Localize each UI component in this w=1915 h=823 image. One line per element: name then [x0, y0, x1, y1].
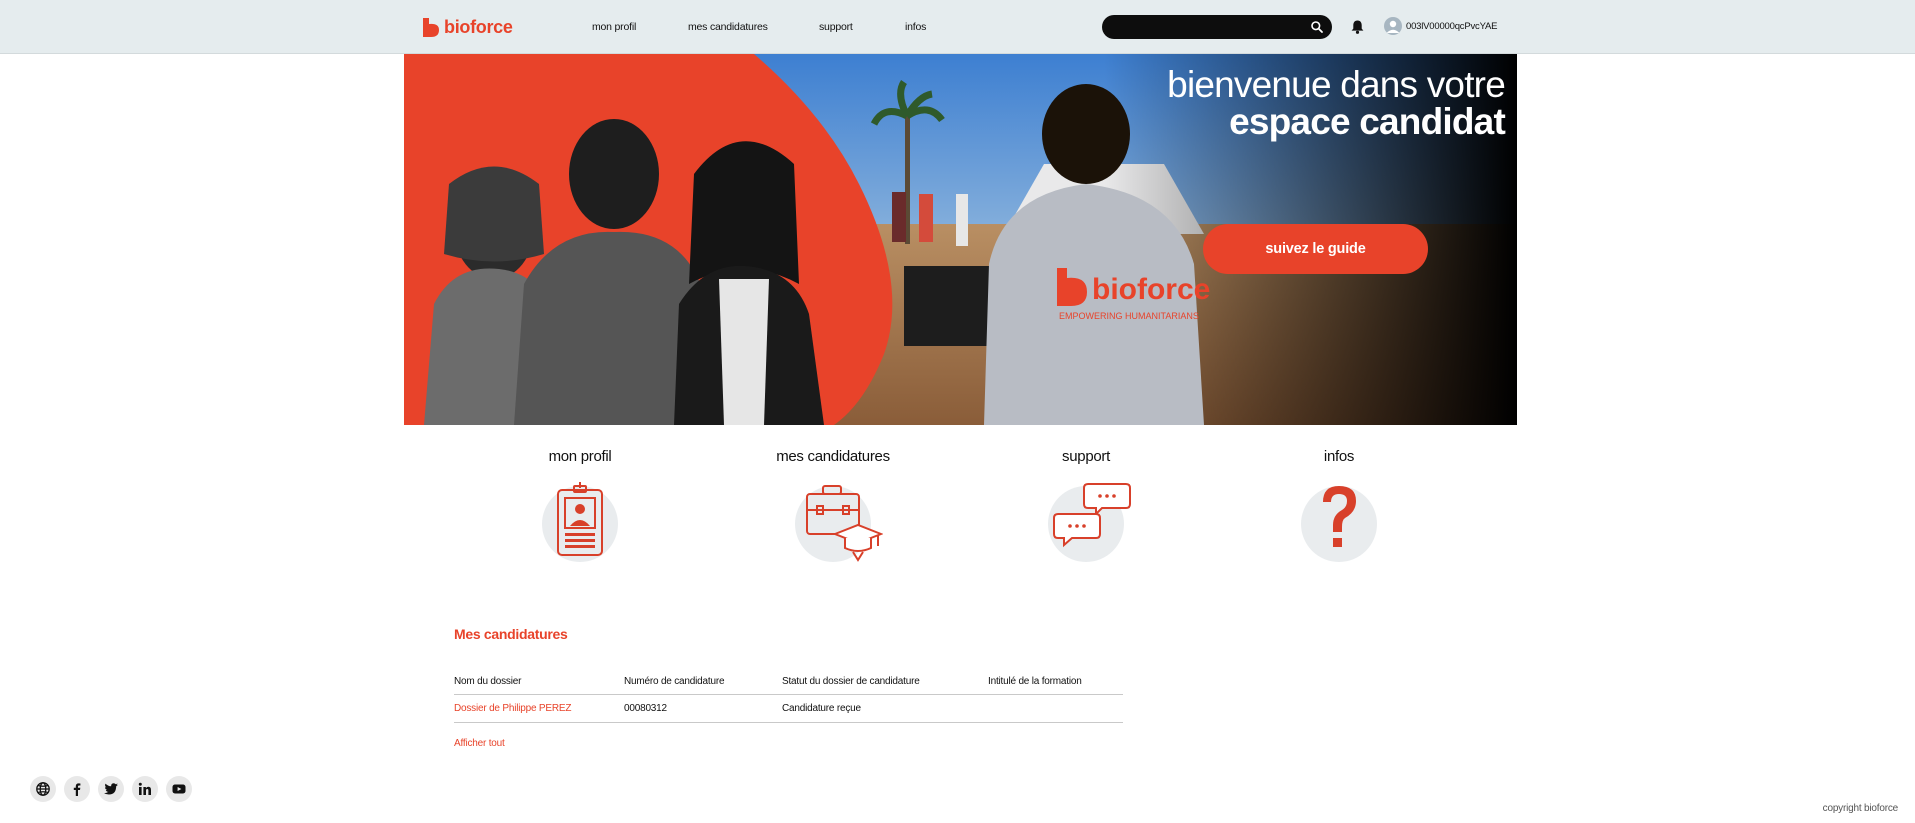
- shirt-logo-text: bioforce: [1092, 273, 1210, 306]
- bioforce-logo[interactable]: bioforce: [421, 16, 513, 38]
- tile-mes-candidatures[interactable]: mes candidatures: [733, 448, 933, 578]
- notification-bell-icon[interactable]: [1350, 19, 1365, 35]
- table-header-row: Nom du dossier Numéro de candidature Sta…: [454, 670, 1123, 695]
- user-avatar-icon: [1386, 20, 1400, 33]
- user-name: 003lV00000qcPvcYAE: [1406, 20, 1498, 32]
- cell-formation: [988, 694, 1123, 723]
- hero-banner: bioforce EMPOWERING HUMANITARIANS bienve…: [404, 54, 1517, 425]
- logo-wordmark: bioforce: [444, 16, 513, 37]
- user-menu[interactable]: 003lV00000qcPvcYAE: [1384, 17, 1497, 35]
- search-bar: [1102, 15, 1332, 39]
- shirt-tagline: EMPOWERING HUMANITARIANS: [1059, 311, 1199, 321]
- globe-icon: [36, 782, 50, 796]
- avatar: [1384, 17, 1402, 35]
- tile-infos[interactable]: infos: [1239, 448, 1439, 578]
- column-header-nom-du-dossier: Nom du dossier: [454, 670, 624, 695]
- applications-section-title: Mes candidatures: [454, 626, 568, 642]
- tile-mon-profil[interactable]: mon profil: [480, 448, 680, 578]
- column-header-numero-de-candidature: Numéro de candidature: [624, 670, 782, 695]
- chat-bubbles-icon: [1053, 483, 1131, 548]
- bioforce-logo-mark-icon: [423, 18, 439, 37]
- nav-mes-candidatures[interactable]: mes candidatures: [688, 21, 768, 33]
- tile-support[interactable]: support: [986, 448, 1186, 578]
- social-youtube[interactable]: [166, 776, 192, 802]
- nav-mon-profil[interactable]: mon profil: [592, 21, 636, 33]
- copyright-text: copyright bioforce: [1822, 803, 1899, 814]
- column-header-intitule-formation: Intitulé de la formation: [988, 670, 1123, 695]
- column-header-statut: Statut du dossier de candidature: [782, 670, 988, 695]
- cell-statut: Candidature reçue: [782, 694, 988, 723]
- question-mark-icon: [1323, 486, 1356, 547]
- facebook-icon: [73, 783, 81, 796]
- search-icon[interactable]: [1310, 20, 1324, 34]
- cell-numero: 00080312: [624, 694, 782, 723]
- social-facebook[interactable]: [64, 776, 90, 802]
- hero-title-line1: bienvenue dans votre: [1167, 64, 1506, 105]
- twitter-icon: [104, 783, 118, 795]
- top-navigation-bar: bioforce mon profil mes candidatures sup…: [0, 0, 1915, 54]
- tile-label: infos: [1323, 448, 1355, 465]
- youtube-icon: [172, 784, 186, 794]
- table-row: Dossier de Philippe PEREZ 00080312 Candi…: [454, 694, 1123, 723]
- nav-infos[interactable]: infos: [905, 21, 926, 33]
- show-all-link[interactable]: Afficher tout: [454, 738, 505, 749]
- social-linkedin[interactable]: [132, 776, 158, 802]
- search-input[interactable]: [1114, 19, 1304, 35]
- tile-label: support: [1062, 448, 1110, 465]
- hero-title-line2: espace candidat: [1229, 101, 1506, 142]
- cell-dossier: Dossier de Philippe PEREZ: [454, 694, 624, 723]
- briefcase-graduation-icon: [806, 485, 883, 562]
- nav-support[interactable]: support: [819, 21, 853, 33]
- tile-label: mon profil: [548, 448, 612, 465]
- id-badge-icon: [557, 482, 603, 556]
- social-globe[interactable]: [30, 776, 56, 802]
- social-twitter[interactable]: [98, 776, 124, 802]
- dossier-link[interactable]: Dossier de Philippe PEREZ: [454, 703, 571, 714]
- linkedin-icon: [138, 782, 151, 795]
- follow-guide-button[interactable]: suivez le guide: [1203, 224, 1428, 274]
- tile-label: mes candidatures: [776, 448, 890, 465]
- applications-table: Nom du dossier Numéro de candidature Sta…: [454, 670, 1123, 723]
